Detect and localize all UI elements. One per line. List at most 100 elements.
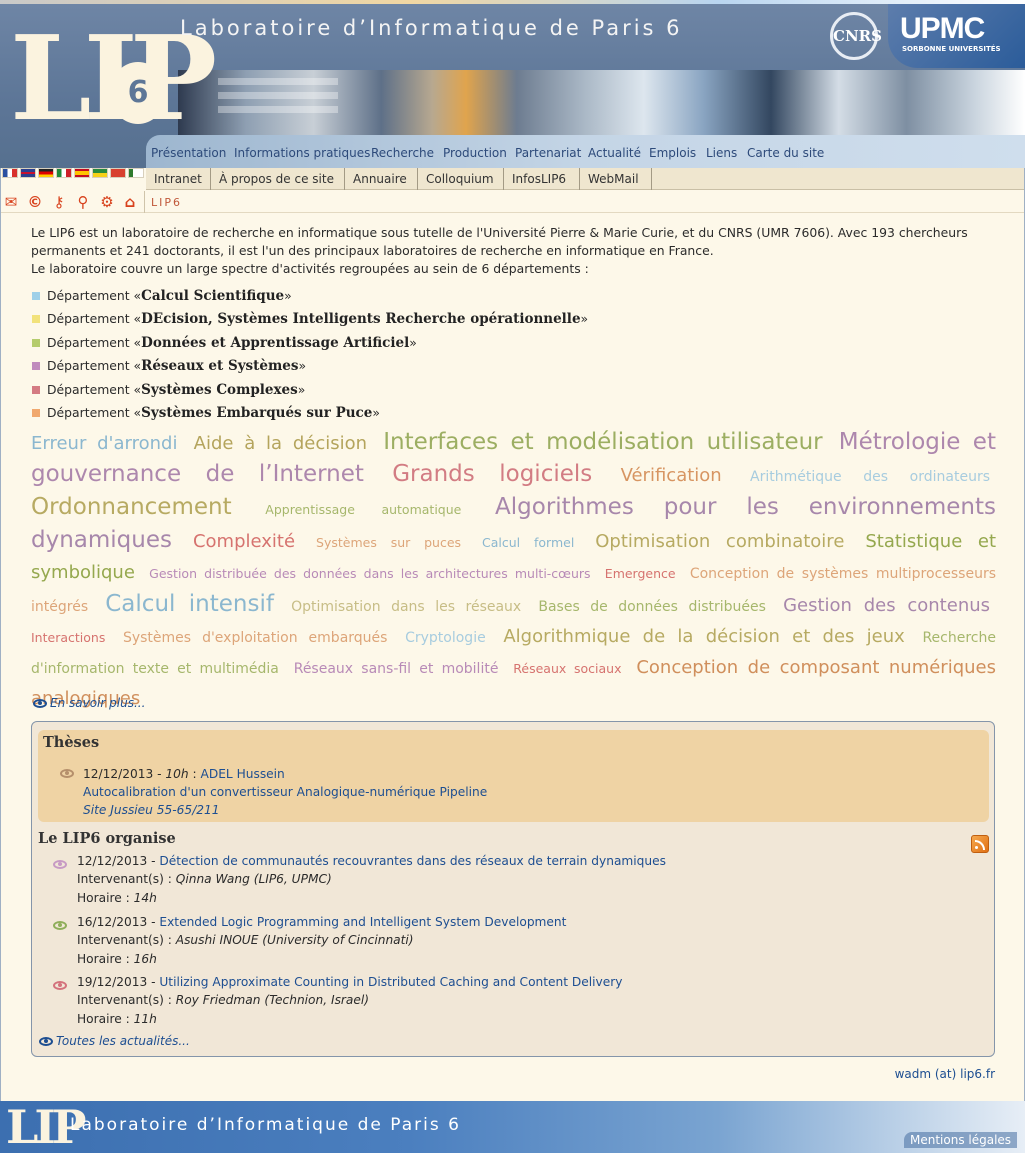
thesis-author-link[interactable]: ADEL Hussein	[201, 767, 285, 781]
research-topic-tag[interactable]: Grands logiciels	[392, 461, 592, 487]
research-topic-tag[interactable]: Optimisation dans les réseaux	[291, 599, 521, 615]
nav-partenariat[interactable]: Partenariat	[515, 146, 581, 160]
event-title-link[interactable]: Détection de communautés recouvrantes da…	[159, 854, 666, 868]
research-topic-tag[interactable]: Gestion des contenus	[783, 595, 990, 616]
department-prefix: Département «	[47, 288, 142, 303]
contact-email-link[interactable]: wadm (at) lip6.fr	[860, 1067, 995, 1081]
research-topic-tag[interactable]: Vérification	[621, 465, 722, 486]
research-topic-tag[interactable]: Complexité	[193, 531, 295, 552]
event-title-link[interactable]: Utilizing Approximate Counting in Distri…	[159, 975, 622, 989]
copyright-icon[interactable]: ©	[26, 193, 44, 211]
department-name: Systèmes Complexes	[141, 381, 298, 398]
speaker-label: Intervenant(s) :	[77, 933, 176, 947]
department-link-reseaux[interactable]: Réseaux et Systèmes	[141, 358, 298, 374]
key-icon[interactable]: ⚷	[50, 193, 68, 211]
header-photo-banner	[178, 70, 1025, 135]
department-suffix: »	[284, 288, 292, 303]
subnav-infoslip6[interactable]: InfosLIP6	[504, 168, 580, 190]
cnrs-logo-link[interactable]: CNRS	[830, 12, 882, 60]
department-link-calcul-scientifique[interactable]: Calcul Scientifique	[141, 288, 284, 304]
research-topic-tag[interactable]: Bases de données distribuées	[538, 599, 766, 615]
flag-fr-icon[interactable]	[2, 168, 18, 178]
flag-br-icon[interactable]	[92, 168, 108, 178]
research-topic-tag[interactable]: Calcul formel	[482, 535, 574, 550]
eye-icon	[53, 915, 70, 934]
upmc-logo-link[interactable]: UPMC SORBONNE UNIVERSITÉS	[888, 4, 1025, 68]
department-suffix: »	[298, 358, 307, 374]
mail-icon[interactable]: ✉	[2, 193, 20, 211]
research-topic-tag[interactable]: Ordonnancement	[31, 494, 232, 520]
site-header: LIP 6 Laboratoire d’Informatique de Pari…	[0, 0, 1025, 168]
research-topic-tag[interactable]: Interactions	[31, 630, 105, 645]
gear-icon[interactable]: ⚙	[98, 193, 116, 211]
research-topic-tag[interactable]: Interfaces et modélisation utilisateur	[383, 429, 822, 455]
flag-vn-icon[interactable]	[110, 168, 126, 178]
flag-en-icon[interactable]	[20, 168, 36, 178]
header-title: Laboratoire d’Informatique de Paris 6	[180, 16, 683, 40]
nav-liens[interactable]: Liens	[706, 146, 737, 160]
department-link-systemes-embarques[interactable]: Systèmes Embarqués sur Puce	[141, 405, 372, 421]
nav-carte-du-site[interactable]: Carte du site	[747, 146, 824, 160]
event-speaker-line: Intervenant(s) : Roy Friedman (Technion,…	[77, 991, 369, 1009]
research-topic-tag[interactable]: Algorithmique de la décision et des jeux	[503, 626, 905, 647]
subnav-colloquium[interactable]: Colloquium	[418, 168, 504, 190]
eye-icon	[39, 1037, 53, 1046]
speaker-label: Intervenant(s) :	[77, 872, 176, 886]
more-info-link[interactable]: En savoir plus...	[33, 696, 145, 710]
research-topic-tag[interactable]: Emergence	[605, 566, 676, 581]
time-label: Horaire :	[77, 1012, 134, 1026]
research-topic-tag[interactable]: Calcul intensif	[105, 591, 274, 617]
thesis-time: 10h	[165, 767, 189, 781]
nav-informations-pratiques[interactable]: Informations pratiques	[234, 146, 370, 160]
thesis-subject-link[interactable]: Autocalibration d'un convertisseur Analo…	[83, 783, 487, 801]
all-news-link[interactable]: Toutes les actualités...	[39, 1034, 190, 1048]
nav-recherche[interactable]: Recherche	[371, 146, 434, 160]
research-topic-tag[interactable]: Erreur d'arrondi	[31, 433, 177, 454]
nav-production[interactable]: Production	[443, 146, 507, 160]
flag-pk-icon[interactable]	[128, 168, 144, 178]
rss-feed-icon[interactable]	[971, 835, 989, 853]
research-topic-tag[interactable]: Réseaux sans-fil et mobilité	[294, 661, 499, 677]
department-color-square	[32, 338, 40, 347]
more-info-label: En savoir plus...	[50, 696, 146, 710]
research-topic-tag[interactable]: Optimisation combinatoire	[595, 531, 844, 552]
thesis-date-line: 12/12/2013 - 10h : ADEL Hussein	[83, 765, 285, 783]
event-time: 11h	[133, 1012, 157, 1026]
department-link-decision[interactable]: DEcision, Systèmes Intelligents Recherch…	[141, 311, 580, 327]
flag-es-icon[interactable]	[74, 168, 90, 178]
department-item: Département «Systèmes Complexes»	[31, 378, 996, 401]
subnav-annuaire[interactable]: Annuaire	[345, 168, 418, 190]
banner-rack-decoration	[218, 78, 338, 85]
department-link-donnees[interactable]: Données et Apprentissage Artificiel	[141, 335, 409, 351]
research-topic-tag[interactable]: Aide à la décision	[194, 433, 367, 454]
department-item: Département «Calcul Scientifique»	[31, 284, 996, 307]
department-suffix: »	[372, 404, 380, 420]
event-title-link[interactable]: Extended Logic Programming and Intellige…	[159, 915, 566, 929]
nav-emplois[interactable]: Emplois	[649, 146, 696, 160]
department-item: Département «Réseaux et Systèmes»	[31, 354, 996, 377]
time-label: Horaire :	[77, 891, 134, 905]
event-date: 16/12/2013 -	[77, 915, 160, 929]
nav-presentation[interactable]: Présentation	[151, 146, 226, 160]
research-topic-tag[interactable]: Gestion distribuée des données dans les …	[149, 566, 590, 581]
flag-de-icon[interactable]	[38, 168, 54, 178]
legal-notice-link[interactable]: Mentions légales	[904, 1132, 1018, 1148]
flag-it-icon[interactable]	[56, 168, 72, 178]
event-time: 14h	[133, 891, 157, 905]
subnav-webmail[interactable]: WebMail	[580, 168, 652, 190]
intro-paragraph: Le laboratoire couvre un large spectre d…	[31, 261, 589, 276]
home-icon[interactable]: ⌂	[121, 193, 139, 211]
breadcrumb-divider	[144, 191, 145, 213]
research-topic-tag[interactable]: Réseaux sociaux	[513, 661, 621, 676]
subnav-intranet[interactable]: Intranet	[146, 168, 211, 190]
research-topic-tag[interactable]: Systèmes d'exploitation embarqués	[123, 630, 388, 646]
research-topic-tag[interactable]: Arithmétique des ordinateurs	[750, 469, 990, 485]
research-topic-tag[interactable]: Apprentissage automatique	[265, 502, 461, 517]
department-link-systemes-complexes[interactable]: Systèmes Complexes	[141, 381, 298, 398]
research-topic-tag[interactable]: Cryptologie	[405, 630, 486, 646]
subnav-a-propos[interactable]: À propos de ce site	[211, 168, 345, 190]
search-icon[interactable]: ⚲	[74, 193, 92, 211]
research-topic-tag[interactable]: Systèmes sur puces	[316, 535, 461, 550]
nav-actualite[interactable]: Actualité	[588, 146, 641, 160]
thesis-date: 12/12/2013	[83, 767, 154, 781]
